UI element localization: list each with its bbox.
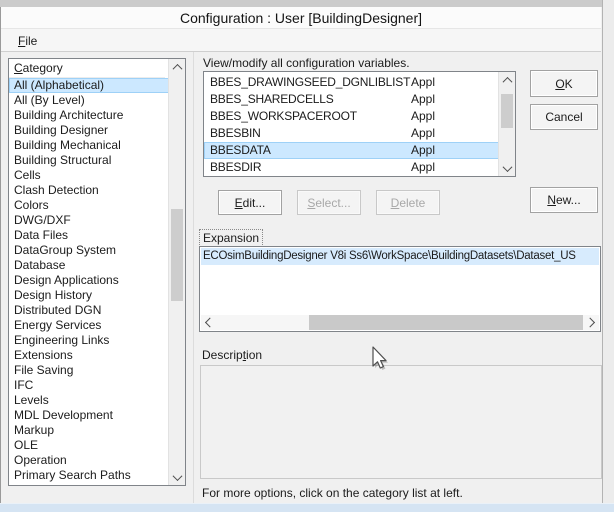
scroll-up-button[interactable] — [499, 72, 515, 88]
category-item[interactable]: Colors — [9, 198, 170, 213]
footer-hint: For more options, click on the category … — [202, 486, 463, 500]
category-item[interactable]: Primary Search Paths — [9, 468, 170, 483]
category-item[interactable]: Database — [9, 258, 170, 273]
expansion-value[interactable]: ECOsimBuildingDesigner V8i Ss6\WorkSpace… — [201, 248, 599, 265]
chevron-down-icon — [502, 161, 512, 172]
category-item[interactable]: Levels — [9, 393, 170, 408]
description-box — [200, 365, 602, 479]
category-item[interactable]: DataGroup System — [9, 243, 170, 258]
cancel-button[interactable]: Cancel — [530, 104, 598, 130]
scroll-up-button[interactable] — [169, 59, 185, 75]
variable-name: BBESBIN — [210, 126, 261, 140]
category-item[interactable]: IFC — [9, 378, 170, 393]
variable-name: BBESDIR — [210, 160, 262, 174]
scroll-right-button[interactable] — [584, 315, 599, 330]
variable-level: Appl — [411, 109, 436, 123]
variables-caption: View/modify all configuration variables. — [203, 56, 410, 70]
variable-name: BBES_DRAWINGSEED_DGNLIBLIST — [210, 75, 411, 89]
ok-button[interactable]: OK — [530, 70, 598, 97]
variable-name: BBES_WORKSPACEROOT — [210, 109, 357, 123]
variable-level: Appl — [411, 126, 436, 140]
chevron-up-icon — [172, 63, 182, 74]
variable-row[interactable]: BBESDATA Appl — [204, 142, 499, 159]
scroll-left-button[interactable] — [201, 315, 216, 330]
category-item[interactable]: Building Structural — [9, 153, 170, 168]
variable-row[interactable]: BBES_DRAWINGSEED_DGNLIBLIST Appl — [204, 74, 499, 91]
variables-list: BBES_DRAWINGSEED_DGNLIBLIST Appl BBES_SHAR… — [203, 71, 516, 177]
variable-row[interactable]: BBES_SHAREDCELLS Appl — [204, 91, 499, 108]
category-item[interactable]: Markup — [9, 423, 170, 438]
category-item[interactable]: Extensions — [9, 348, 170, 363]
edit-button[interactable]: Edit... — [218, 190, 282, 215]
variable-row[interactable]: BBESBIN Appl — [204, 125, 499, 142]
window-title: Configuration : User [BuildingDesigner] — [179, 9, 422, 26]
delete-button: Delete — [376, 190, 440, 215]
variable-level: Appl — [411, 92, 436, 106]
window-frame-right — [602, 0, 614, 512]
chevron-left-icon — [204, 317, 215, 328]
variables-scrollbar[interactable] — [498, 72, 515, 176]
category-item[interactable]: Cells — [9, 168, 170, 183]
chevron-down-icon — [172, 470, 182, 481]
category-header: Category — [9, 59, 165, 78]
panel-divider — [193, 52, 194, 503]
variable-level: Appl — [411, 160, 436, 174]
window-frame-bottom — [0, 503, 614, 512]
category-item[interactable]: Energy Services — [9, 318, 170, 333]
category-item[interactable]: OLE — [9, 438, 170, 453]
description-label: Description — [202, 348, 263, 362]
menu-bar: File — [1, 28, 601, 52]
select-button: Select... — [297, 190, 361, 215]
category-item[interactable]: Building Designer — [9, 123, 170, 138]
category-item[interactable]: Building Architecture — [9, 108, 170, 123]
category-item[interactable]: MDL Development — [9, 408, 170, 423]
new-button[interactable]: New... — [530, 187, 598, 213]
expansion-box: ECOsimBuildingDesigner V8i Ss6\WorkSpace… — [199, 246, 601, 332]
scrollbar-thumb[interactable] — [309, 315, 583, 330]
variable-row[interactable]: BBESDIR Appl — [204, 159, 499, 176]
expansion-hscrollbar[interactable] — [201, 315, 599, 330]
category-item[interactable]: DWG/DXF — [9, 213, 170, 228]
category-item[interactable]: All (By Level) — [9, 93, 170, 108]
category-scrollbar[interactable] — [168, 59, 185, 485]
category-list: Category All (Alphabetical) All (By Level… — [8, 58, 186, 486]
chevron-right-icon — [585, 317, 596, 328]
variable-level: Appl — [411, 143, 436, 157]
menu-file[interactable]: File — [13, 32, 42, 50]
window-frame-top — [0, 0, 614, 7]
category-item[interactable]: Design Applications — [9, 273, 170, 288]
category-item[interactable]: Clash Detection — [9, 183, 170, 198]
chevron-up-icon — [502, 76, 512, 87]
variable-row[interactable]: BBES_WORKSPACEROOT Appl — [204, 108, 499, 125]
variable-name: BBES_SHAREDCELLS — [210, 92, 334, 106]
category-item[interactable]: Building Mechanical — [9, 138, 170, 153]
variable-name: BBESDATA — [210, 143, 271, 157]
scroll-down-button[interactable] — [499, 160, 515, 176]
configuration-dialog: Configuration : User [BuildingDesigner] … — [0, 0, 614, 512]
category-list-items: All (Alphabetical) All (By Level) Building… — [9, 78, 170, 483]
category-item[interactable]: File Saving — [9, 363, 170, 378]
scroll-down-button[interactable] — [169, 469, 185, 485]
scrollbar-thumb[interactable] — [171, 209, 183, 301]
category-item[interactable]: All (Alphabetical) — [9, 78, 170, 93]
category-item[interactable]: Design History — [9, 288, 170, 303]
variables-list-rows: BBES_DRAWINGSEED_DGNLIBLIST Appl BBES_SHAR… — [204, 72, 499, 176]
category-item[interactable]: Engineering Links — [9, 333, 170, 348]
category-item[interactable]: Distributed DGN — [9, 303, 170, 318]
variable-level: Appl — [411, 75, 436, 89]
category-item[interactable]: Data Files — [9, 228, 170, 243]
title-bar: Configuration : User [BuildingDesigner] — [1, 7, 601, 28]
expansion-label: Expansion — [199, 229, 264, 247]
scrollbar-thumb[interactable] — [501, 94, 513, 128]
category-item[interactable]: Operation — [9, 453, 170, 468]
